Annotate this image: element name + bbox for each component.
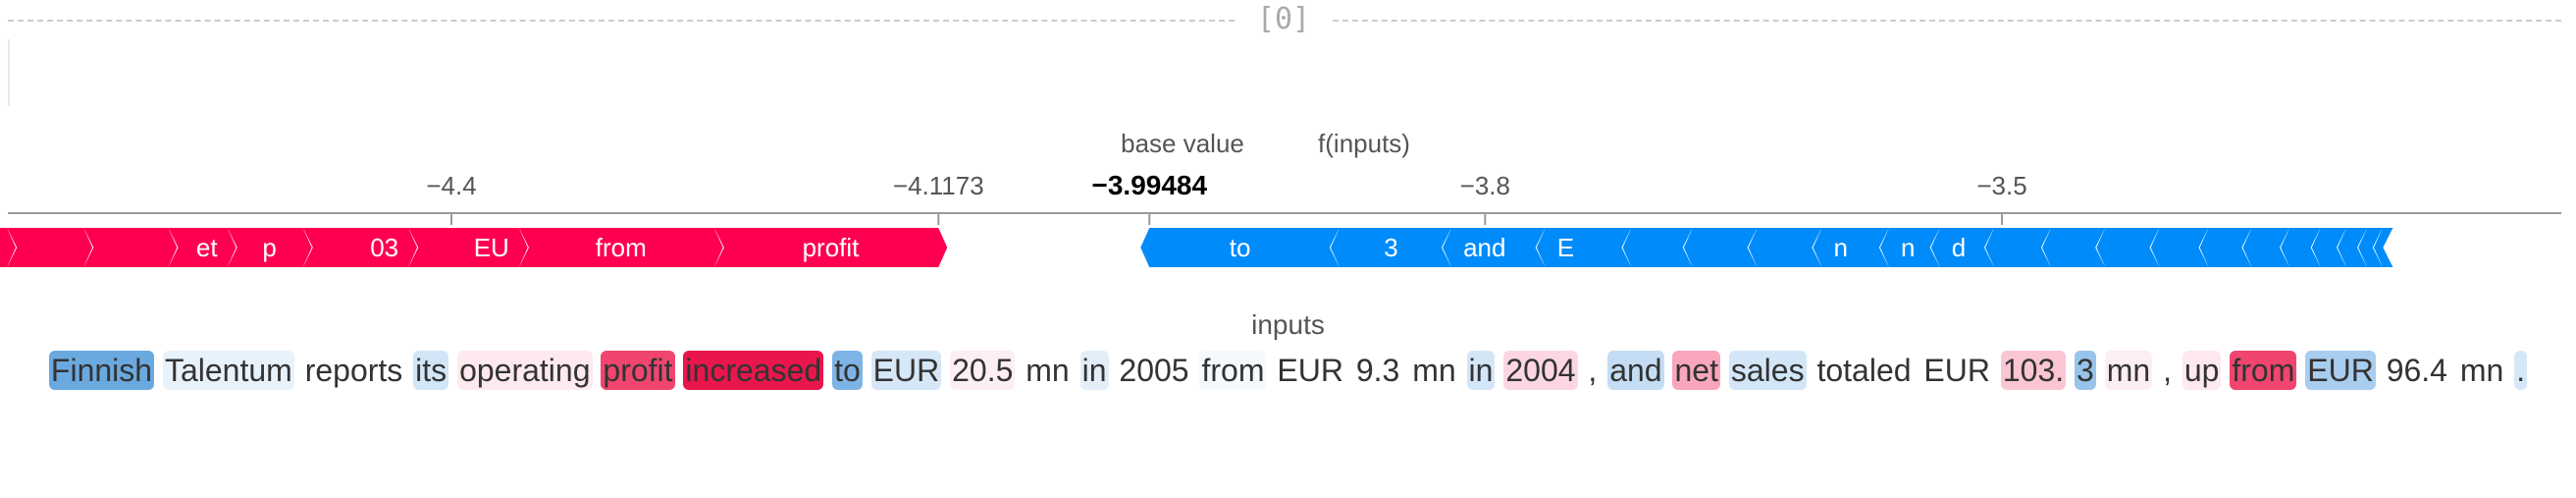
token: from [2230,351,2297,390]
segment-shape [7,228,93,267]
segment-shape [408,228,528,267]
negative-segment [2096,228,2161,267]
token: . [2514,351,2528,390]
output-value: −3.99484 [1091,170,1207,200]
token: Finnish [48,351,155,390]
segment-shape [1622,228,1693,267]
sample-header: [0] [8,0,2561,36]
tick-label: −3.5 [1976,171,2026,200]
segment-label: n [1834,233,1848,262]
token: EUR [1921,351,1992,390]
positive-segment [6,228,93,267]
token: from [1199,351,1267,390]
token: operating [457,351,593,390]
divider-left [8,20,1235,22]
token: Talentum [162,351,294,390]
segment-shape [1748,228,1822,267]
negative-segment: 3 [1330,228,1452,267]
token: totaled [1814,351,1914,390]
axis-ticks: −4.7−4.4−4.1173−3.8−3.5 [426,171,2027,225]
token: mn [1024,351,1072,390]
negative-segment [2042,228,2107,267]
segment-label: 03 [370,233,398,262]
token: sales [1728,351,1807,390]
token: profit [601,351,675,390]
segment-label: n [1901,233,1915,262]
segment-label: from [596,233,647,262]
segment-label: d [1952,233,1966,262]
force-bars: increasedprofitfromEU03petFinnishto3andE… [0,228,2394,267]
token: up [2182,351,2222,390]
negative-segment: d [1930,228,1995,267]
negative-segment: and [1443,228,1547,267]
token-text: Finnish Talentum reports its operating p… [20,346,2556,395]
token: in [1466,351,1496,390]
token: in [1079,351,1109,390]
segment-label: and [1463,233,1505,262]
segment-label: EU [474,233,509,262]
positive-segment: EU [407,228,528,267]
token: EUR [2305,351,2376,390]
tick-label: −4.4 [426,171,476,200]
negative-segment [1985,228,2052,267]
segment-shape [83,228,178,267]
negative-segment [1622,228,1694,267]
token: 103. [2000,351,2067,390]
segment-shape [1536,228,1632,267]
negative-segment: E [1536,228,1633,267]
segment-label: et [196,233,218,262]
tick-label: −3.8 [1460,171,1510,200]
negative-segment: n [1813,228,1890,267]
token: mn [1410,351,1458,390]
segment-label: profit [803,233,861,262]
tick-label: −4.1173 [893,171,984,200]
segment-label: 3 [1384,233,1397,262]
force-plot: base value f(inputs) −4.7−4.4−4.1173−3.8… [0,129,2561,267]
token: 3 [2075,351,2096,390]
positive-segment: p [226,228,312,267]
token: mn [2104,351,2153,390]
positive-segment: et [167,228,237,267]
positive-segment [82,228,178,267]
plot-left-edge [8,39,10,106]
output-marker: −3.99484 [1091,170,1207,225]
negative-segment: to [1140,228,1341,267]
token: its [413,351,449,390]
token: net [1672,351,1720,390]
token: , [1586,351,1600,390]
divider-right [1333,20,2561,22]
token: mn [2457,351,2506,390]
positive-segment: profit [712,228,948,267]
segment-shape [1813,228,1890,267]
token: increased [683,351,824,390]
token: 96.4 [2384,351,2449,390]
segment-shape [302,228,418,267]
sample-index-label: [0] [1256,2,1311,36]
negative-segment [1748,228,1823,267]
token: 9.3 [1353,351,1402,390]
negative-segment: n [1880,228,1941,267]
positive-segment: from [517,228,723,267]
negative-segment [1683,228,1759,267]
base-value-label: base value [1121,129,1244,158]
inputs-label: inputs [1251,309,1325,340]
token: 2005 [1117,351,1191,390]
token: and [1607,351,1664,390]
token: EUR [1275,351,1345,390]
token: EUR [870,351,942,390]
segment-shape [1683,228,1758,267]
token: , [2161,351,2174,390]
segment-label: E [1557,233,1574,262]
positive-segment: 03 [301,228,418,267]
output-label: f(inputs) [1318,129,1410,158]
segment-label: p [262,233,276,262]
token: 2004 [1503,351,1578,390]
token: 20.5 [950,351,1016,390]
segment-label: to [1230,233,1251,262]
token: to [832,351,863,390]
token: reports [302,351,405,390]
